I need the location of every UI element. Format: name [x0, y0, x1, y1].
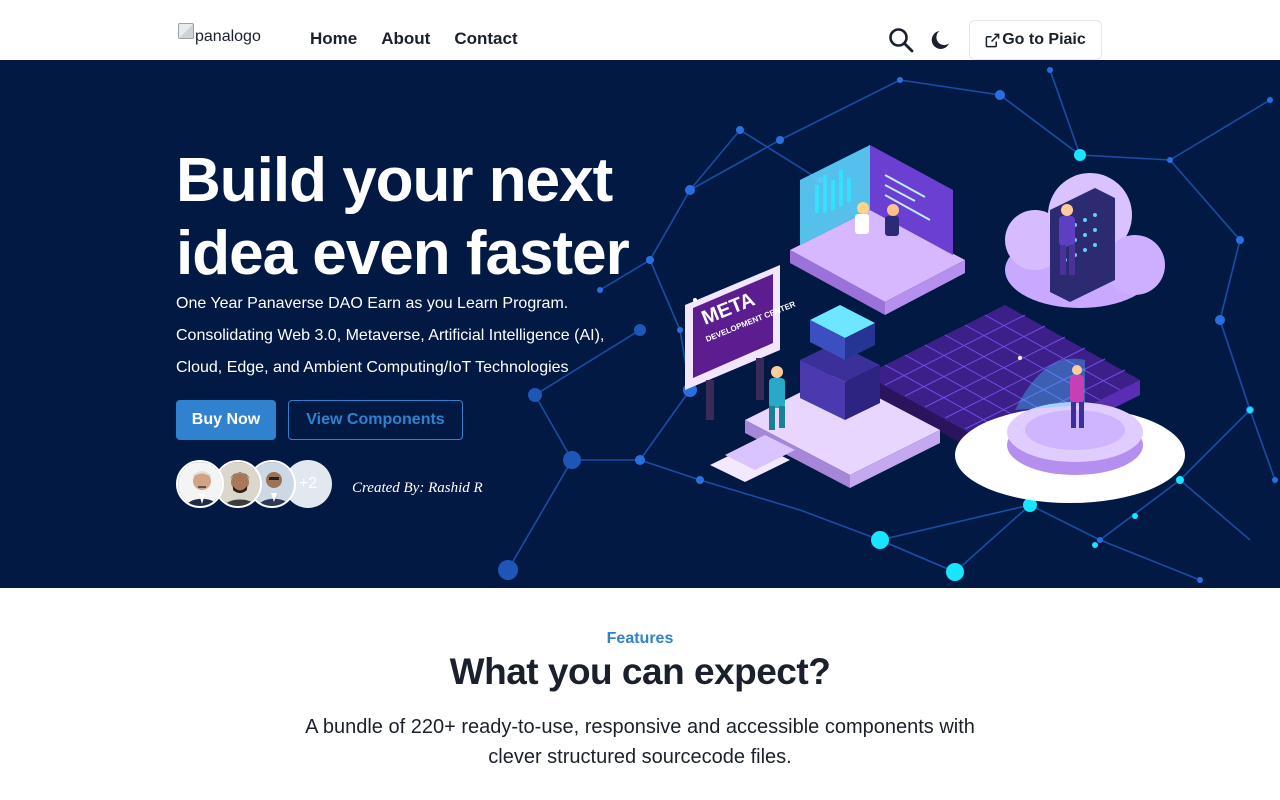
navbar: panalogo Home About Contact Go to Piaic: [0, 0, 1280, 60]
search-button[interactable]: [886, 25, 916, 55]
theme-toggle-button[interactable]: [926, 25, 956, 55]
nav-link-home[interactable]: Home: [310, 29, 357, 49]
logo[interactable]: panalogo: [178, 23, 261, 46]
hero-section: Build your next idea even faster One Yea…: [0, 60, 1280, 588]
nav-link-contact[interactable]: Contact: [454, 29, 517, 49]
hero-title: Build your next idea even faster: [176, 146, 630, 288]
features-title: What you can expect?: [449, 651, 831, 692]
external-link-icon: [985, 33, 1000, 47]
avatar: [176, 460, 224, 508]
search-icon: [889, 28, 914, 53]
features-description: A bundle of 220+ ready-to-use, responsiv…: [305, 716, 975, 768]
moon-icon: [931, 31, 949, 49]
buy-now-button[interactable]: Buy Now: [176, 400, 276, 440]
created-by-text: Created By: Rashid R: [352, 480, 483, 496]
logo-alt-text: panalogo: [195, 28, 261, 45]
nav-link-about[interactable]: About: [381, 29, 430, 49]
hero-subtitle: One Year Panaverse DAO Earn as you Learn…: [176, 295, 605, 376]
go-to-piaic-button[interactable]: Go to Piaic: [969, 20, 1102, 60]
features-tag: Features: [606, 630, 674, 647]
view-components-button[interactable]: View Components: [288, 400, 463, 440]
broken-image-icon: [178, 23, 194, 39]
metaverse-illustration: META DEVELOPMENT CENTER: [685, 145, 1185, 503]
go-to-piaic-label: Go to Piaic: [1002, 31, 1086, 48]
nav-links: Home About Contact: [310, 29, 518, 49]
